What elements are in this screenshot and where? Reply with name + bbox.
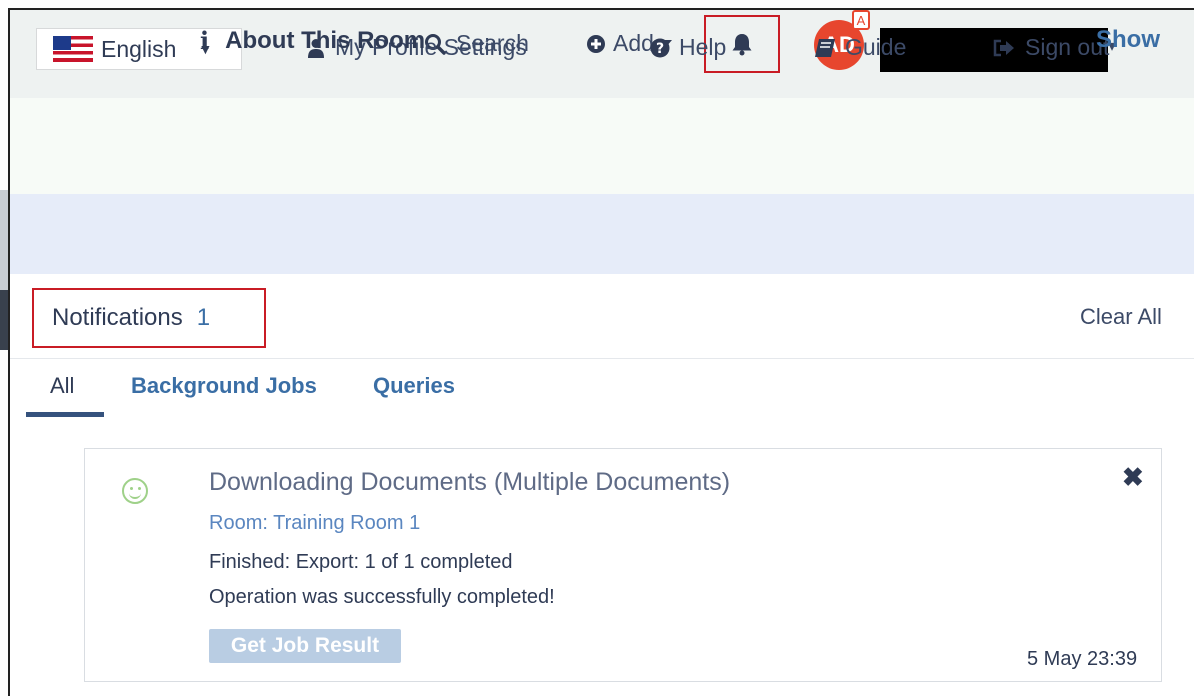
- add-label: Add: [613, 30, 654, 56]
- info-icon: i: [200, 26, 210, 55]
- help-link[interactable]: ? Help: [650, 34, 726, 61]
- close-icon[interactable]: ✖: [1122, 462, 1144, 493]
- tab-background-jobs[interactable]: Background Jobs: [131, 373, 317, 399]
- guide-label: Guide: [845, 34, 907, 60]
- guide-link[interactable]: Guide: [814, 34, 906, 61]
- about-room-title: About This Room: [225, 26, 426, 54]
- notifications-heading: Notifications 1: [32, 288, 266, 348]
- notifications-title: Notifications: [52, 304, 183, 331]
- about-show-toggle[interactable]: Show: [1096, 26, 1160, 54]
- help-label: Help: [679, 34, 727, 60]
- tab-queries[interactable]: Queries: [373, 373, 455, 399]
- sign-out-icon: [993, 39, 1014, 56]
- notification-message: Operation was successfully completed!: [209, 586, 555, 608]
- clear-all-button[interactable]: Clear All: [1080, 304, 1162, 330]
- notification-timestamp: 5 May 23:39: [1027, 648, 1138, 670]
- avatar-badge: A: [852, 10, 870, 30]
- notifications-count: 1: [196, 304, 211, 331]
- us-flag-icon: [53, 36, 93, 62]
- tab-all[interactable]: All: [50, 373, 74, 399]
- svg-text:?: ?: [656, 41, 664, 57]
- sign-out-link[interactable]: Sign out: [992, 34, 1109, 61]
- smile-icon: [122, 478, 148, 504]
- notification-status: Finished: Export: 1 of 1 completed: [209, 551, 513, 573]
- about-room-header: i About This Room: [200, 26, 425, 55]
- notification-room-link[interactable]: Room: Training Room 1: [209, 512, 420, 535]
- book-icon: [815, 38, 835, 57]
- divider: [10, 358, 1194, 359]
- plus-circle-icon: [587, 34, 605, 53]
- about-room-bar: [10, 194, 1194, 274]
- notification-title: Downloading Documents (Multiple Document…: [209, 468, 731, 496]
- secondary-nav-bar: [10, 98, 1194, 194]
- left-edge-mark-dark: [0, 290, 8, 350]
- active-tab-indicator: [26, 412, 104, 417]
- bell-icon: [732, 34, 752, 56]
- question-circle-icon: ?: [650, 38, 670, 57]
- get-job-result-button[interactable]: Get Job Result: [209, 629, 401, 663]
- language-label: English: [101, 35, 177, 62]
